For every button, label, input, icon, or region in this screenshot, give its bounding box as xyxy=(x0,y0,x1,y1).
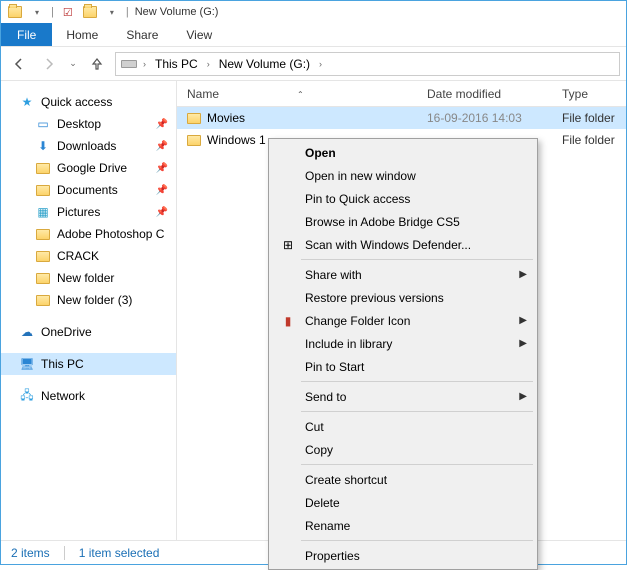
ctx-separator xyxy=(301,259,533,260)
ctx-delete[interactable]: Delete xyxy=(271,491,535,514)
ctx-cut[interactable]: Cut xyxy=(271,415,535,438)
ribbon-home-tab[interactable]: Home xyxy=(52,23,112,46)
ctx-separator xyxy=(301,464,533,465)
forward-button[interactable] xyxy=(37,52,61,76)
ctx-pin-start[interactable]: Pin to Start xyxy=(271,355,535,378)
chevron-right-icon[interactable]: › xyxy=(316,59,325,69)
ctx-include-library[interactable]: Include in library▶ xyxy=(271,332,535,355)
chevron-right-icon[interactable]: › xyxy=(204,59,213,69)
folder-icon xyxy=(35,292,51,308)
ctx-separator xyxy=(301,411,533,412)
folder-icon xyxy=(35,248,51,264)
qat-newfolder-icon[interactable] xyxy=(82,4,98,20)
column-headers: Name ⌃ Date modified Type xyxy=(177,81,626,107)
qat-separator-2: | xyxy=(126,6,129,18)
status-separator xyxy=(64,546,65,560)
address-bar[interactable]: › This PC › New Volume (G:) › xyxy=(115,52,620,76)
folder-icon xyxy=(187,113,201,124)
qat-separator: | xyxy=(51,6,54,18)
ctx-separator xyxy=(301,381,533,382)
ctx-rename[interactable]: Rename xyxy=(271,514,535,537)
chevron-right-icon[interactable]: › xyxy=(140,59,149,69)
desktop-icon: ▭ xyxy=(35,116,51,132)
table-row[interactable]: Movies 16-09-2016 14:03 File folder xyxy=(177,107,626,129)
column-name[interactable]: Name ⌃ xyxy=(177,87,427,101)
breadcrumb-thispc[interactable]: This PC xyxy=(151,57,202,71)
sidebar-thispc[interactable]: 🖥 This PC xyxy=(1,353,176,375)
sidebar-item-desktop[interactable]: ▭ Desktop 📌 xyxy=(1,113,176,135)
sidebar-onedrive[interactable]: ☁ OneDrive xyxy=(1,321,176,343)
folder-icon xyxy=(187,135,201,146)
ctx-copy[interactable]: Copy xyxy=(271,438,535,461)
qat-caret-icon[interactable]: ▾ xyxy=(104,4,120,20)
ctx-pin-quick-access[interactable]: Pin to Quick access xyxy=(271,187,535,210)
ribbon-share-tab[interactable]: Share xyxy=(112,23,172,46)
nav-bar: ⌄ › This PC › New Volume (G:) › xyxy=(1,47,626,81)
sort-indicator-icon: ⌃ xyxy=(297,90,304,99)
pin-icon: 📌 xyxy=(156,141,168,152)
navigation-pane: ★ Quick access ▭ Desktop 📌 ⬇ Downloads 📌… xyxy=(1,81,177,540)
shield-icon: ⊞ xyxy=(279,238,297,252)
sidebar-network[interactable]: 🖧 Network xyxy=(1,385,176,407)
ctx-scan-defender[interactable]: ⊞ Scan with Windows Defender... xyxy=(271,233,535,256)
sidebar-item-photoshop[interactable]: Adobe Photoshop C xyxy=(1,223,176,245)
ctx-share-with[interactable]: Share with▶ xyxy=(271,263,535,286)
folder-icon xyxy=(35,270,51,286)
sidebar-item-gdrive[interactable]: Google Drive 📌 xyxy=(1,157,176,179)
drive-icon xyxy=(120,58,138,70)
pin-icon: 📌 xyxy=(156,207,168,218)
history-dropdown[interactable]: ⌄ xyxy=(67,52,79,76)
sidebar-item-documents[interactable]: Documents 📌 xyxy=(1,179,176,201)
sidebar-item-crack[interactable]: CRACK xyxy=(1,245,176,267)
chevron-right-icon: ▶ xyxy=(519,269,527,280)
sidebar-item-newfolder[interactable]: New folder xyxy=(1,267,176,289)
folder-icon xyxy=(35,226,51,242)
pictures-icon: ▦ xyxy=(35,204,51,220)
title-bar: ▾ | ☑ ▾ | New Volume (G:) xyxy=(1,1,626,23)
ribbon: File Home Share View xyxy=(1,23,626,47)
ctx-open[interactable]: Open xyxy=(271,141,535,164)
cloud-icon: ☁ xyxy=(19,324,35,340)
qat-dropdown-icon[interactable]: ▾ xyxy=(29,4,45,20)
ribbon-file-tab[interactable]: File xyxy=(1,23,52,46)
folder-icon xyxy=(35,182,51,198)
ctx-separator xyxy=(301,540,533,541)
ctx-change-folder-icon[interactable]: ▮ Change Folder Icon▶ xyxy=(271,309,535,332)
app-icon xyxy=(7,4,23,20)
quick-access[interactable]: ★ Quick access xyxy=(1,91,176,113)
sidebar-item-newfolder3[interactable]: New folder (3) xyxy=(1,289,176,311)
up-button[interactable] xyxy=(85,52,109,76)
column-type[interactable]: Type xyxy=(562,87,626,101)
pin-icon: 📌 xyxy=(156,163,168,174)
ctx-create-shortcut[interactable]: Create shortcut xyxy=(271,468,535,491)
pin-icon: 📌 xyxy=(156,185,168,196)
ctx-restore-versions[interactable]: Restore previous versions xyxy=(271,286,535,309)
column-date[interactable]: Date modified xyxy=(427,87,562,101)
monitor-icon: 🖥 xyxy=(19,356,35,372)
ctx-send-to[interactable]: Send to▶ xyxy=(271,385,535,408)
star-icon: ★ xyxy=(19,94,35,110)
window-title: New Volume (G:) xyxy=(135,6,219,18)
bookmark-icon: ▮ xyxy=(279,314,297,328)
sidebar-item-downloads[interactable]: ⬇ Downloads 📌 xyxy=(1,135,176,157)
ctx-open-new-window[interactable]: Open in new window xyxy=(271,164,535,187)
chevron-right-icon: ▶ xyxy=(519,338,527,349)
breadcrumb-volume[interactable]: New Volume (G:) xyxy=(215,57,314,71)
sidebar-item-pictures[interactable]: ▦ Pictures 📌 xyxy=(1,201,176,223)
status-selected-count: 1 item selected xyxy=(79,546,160,560)
folder-icon xyxy=(35,160,51,176)
qat-properties-icon[interactable]: ☑ xyxy=(60,4,76,20)
chevron-right-icon: ▶ xyxy=(519,315,527,326)
downloads-icon: ⬇ xyxy=(35,138,51,154)
back-button[interactable] xyxy=(7,52,31,76)
context-menu: Open Open in new window Pin to Quick acc… xyxy=(268,138,538,570)
chevron-right-icon: ▶ xyxy=(519,391,527,402)
ctx-browse-bridge[interactable]: Browse in Adobe Bridge CS5 xyxy=(271,210,535,233)
ctx-properties[interactable]: Properties xyxy=(271,544,535,567)
ribbon-view-tab[interactable]: View xyxy=(172,23,226,46)
status-item-count: 2 items xyxy=(11,546,50,560)
pin-icon: 📌 xyxy=(156,119,168,130)
network-icon: 🖧 xyxy=(19,388,35,404)
